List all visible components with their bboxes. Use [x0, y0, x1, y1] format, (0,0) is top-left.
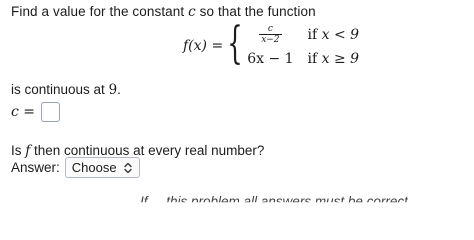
question2-prefix: Is — [11, 143, 26, 158]
function-lhs: f(x) = — [183, 38, 224, 54]
continuity-statement: is continuous at 9. — [11, 82, 121, 98]
footer-note: If ... this problem all answers must be … — [140, 194, 408, 209]
answer-select-value: Choose — [71, 160, 117, 175]
case1-expression: c x−2 — [247, 25, 293, 45]
case1-condition: if x < 9 — [308, 27, 360, 43]
left-brace: { — [227, 18, 243, 69]
case2-inequality: x ≥ 9 — [321, 51, 360, 67]
answer-label: Answer: — [11, 160, 60, 175]
prompt-variable: c — [188, 4, 196, 20]
c-label: c = — [11, 104, 36, 120]
case2-expression: 6x − 1 — [247, 51, 294, 67]
case1-if: if — [307, 27, 322, 43]
case1-inequality: x < 9 — [321, 27, 360, 43]
answer-select[interactable]: Choose — [64, 157, 140, 178]
case2-condition: if x ≥ 9 — [308, 51, 360, 67]
chevron-updown-icon — [123, 162, 132, 173]
piecewise-function: f(x) = { c x−2 if x < 9 6x − 1 if x ≥ 9 — [183, 22, 359, 70]
continuity-text: is continuous at — [11, 82, 109, 97]
case1-denominator: x−2 — [259, 34, 282, 45]
answer-line: Answer: Choose — [11, 157, 140, 178]
continuity-end: . — [117, 82, 121, 97]
case1-numerator: c — [267, 24, 273, 34]
case2-if: if — [307, 51, 322, 67]
prompt-prefix: Find a value for the constant — [11, 4, 189, 19]
function-cases: c x−2 if x < 9 6x − 1 if x ≥ 9 — [247, 25, 360, 68]
question2-suffix: then continuous at every real number? — [30, 143, 265, 158]
question-prompt: Find a value for the constant c so that … — [11, 4, 316, 20]
c-answer-input[interactable] — [41, 102, 61, 122]
c-answer-row: c = — [11, 102, 61, 122]
prompt-suffix: so that the function — [195, 4, 316, 19]
continuity-point: 9 — [108, 82, 118, 98]
